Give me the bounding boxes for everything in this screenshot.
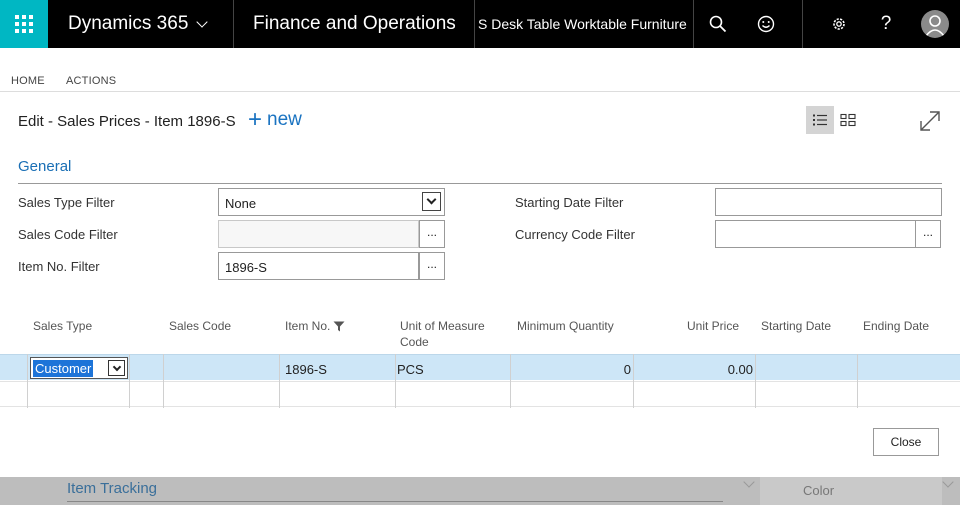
currency-code-filter-label: Currency Code Filter — [515, 227, 635, 242]
column-header-unit-price[interactable]: Unit Price — [640, 318, 739, 334]
item-no-filter-label: Item No. Filter — [18, 259, 100, 274]
context-title: S Desk Table Worktable Furniture — [478, 16, 687, 32]
app-launcher-button[interactable] — [0, 0, 48, 48]
chevron-down-icon — [196, 15, 209, 28]
user-menu-button[interactable] — [911, 0, 959, 48]
background-color-field — [760, 477, 942, 505]
brand-label: Dynamics 365 — [68, 13, 189, 34]
column-header-sales-code[interactable]: Sales Code — [169, 318, 231, 334]
feedback-button[interactable] — [742, 0, 790, 48]
smiley-icon — [757, 15, 775, 33]
currency-code-filter-input[interactable] — [715, 220, 916, 248]
tab-home[interactable]: HOME — [11, 75, 45, 87]
filter-icon — [333, 321, 345, 331]
sales-type-cell-value: Customer — [33, 360, 94, 377]
currency-code-lookup-button[interactable]: ... — [915, 220, 941, 248]
column-header-unit-of-measure[interactable]: Unit of Measure Code — [400, 318, 485, 350]
column-header-item-no-label: Item No. — [285, 319, 331, 333]
sales-code-lookup-button[interactable]: ... — [419, 220, 445, 248]
table-row-empty[interactable] — [0, 381, 960, 407]
tile-view-icon — [840, 113, 856, 127]
expand-icon — [920, 111, 940, 131]
background-section-item-tracking: Item Tracking — [67, 480, 158, 497]
column-header-item-no[interactable]: Item No. — [285, 318, 345, 334]
table-row-selected[interactable] — [0, 354, 960, 380]
item-no-cell[interactable]: 1896-S — [285, 362, 327, 377]
chevron-down-icon[interactable] — [422, 192, 441, 211]
waffle-icon — [15, 15, 33, 33]
close-button[interactable]: Close — [873, 428, 939, 456]
sales-prices-dialog: Edit - Sales Prices - Item 1896-S + new … — [0, 91, 960, 477]
top-nav-bar: Dynamics 365 Finance and Operations S De… — [0, 0, 960, 48]
action-pane — [0, 48, 960, 91]
unit-price-cell[interactable]: 0.00 — [637, 362, 753, 377]
item-no-filter-input[interactable]: 1896-S — [218, 252, 419, 280]
minimum-quantity-cell[interactable]: 0 — [515, 362, 631, 377]
starting-date-filter-input[interactable] — [715, 188, 942, 216]
background-color-label: Color — [803, 483, 835, 498]
new-button[interactable]: + new — [248, 106, 302, 133]
section-divider — [18, 183, 942, 184]
grid-view-button[interactable] — [834, 106, 862, 134]
unit-of-measure-cell[interactable]: PCS — [397, 362, 424, 377]
column-header-unit-of-measure-line1: Unit of Measure — [400, 319, 485, 333]
list-view-button[interactable] — [806, 106, 834, 134]
list-view-icon — [813, 114, 827, 126]
tab-actions[interactable]: ACTIONS — [66, 75, 116, 87]
user-icon — [921, 10, 949, 38]
column-header-starting-date[interactable]: Starting Date — [761, 318, 831, 334]
column-header-minimum-quantity[interactable]: Minimum Quantity — [517, 318, 614, 334]
dialog-title: Edit - Sales Prices - Item 1896-S — [18, 113, 236, 130]
column-header-unit-of-measure-line2: Code — [400, 335, 429, 349]
column-header-sales-type[interactable]: Sales Type — [33, 318, 92, 334]
chevron-down-icon[interactable] — [108, 360, 125, 376]
search-button[interactable] — [694, 0, 742, 48]
settings-button[interactable] — [815, 0, 863, 48]
help-icon: ? — [880, 13, 892, 34]
product-switcher[interactable]: Dynamics 365 — [68, 13, 209, 35]
gear-icon — [833, 18, 845, 30]
item-no-lookup-button[interactable]: ... — [419, 252, 445, 280]
maximize-button[interactable] — [918, 109, 942, 133]
sales-type-filter-value: None — [225, 196, 257, 211]
search-icon — [709, 15, 727, 33]
app-name: Finance and Operations — [253, 13, 456, 34]
sales-code-filter-input[interactable] — [218, 220, 419, 248]
sales-code-filter-label: Sales Code Filter — [18, 227, 118, 242]
new-button-label: new — [267, 109, 302, 130]
starting-date-filter-label: Starting Date Filter — [515, 195, 624, 210]
sales-type-cell-select[interactable]: Customer — [30, 357, 128, 379]
sales-type-filter-select[interactable]: None — [218, 188, 445, 216]
sales-type-filter-label: Sales Type Filter — [18, 195, 115, 210]
help-button[interactable]: ? — [862, 0, 910, 48]
section-general[interactable]: General — [18, 158, 71, 175]
column-header-ending-date[interactable]: Ending Date — [863, 318, 929, 334]
plus-icon: + — [248, 106, 263, 133]
